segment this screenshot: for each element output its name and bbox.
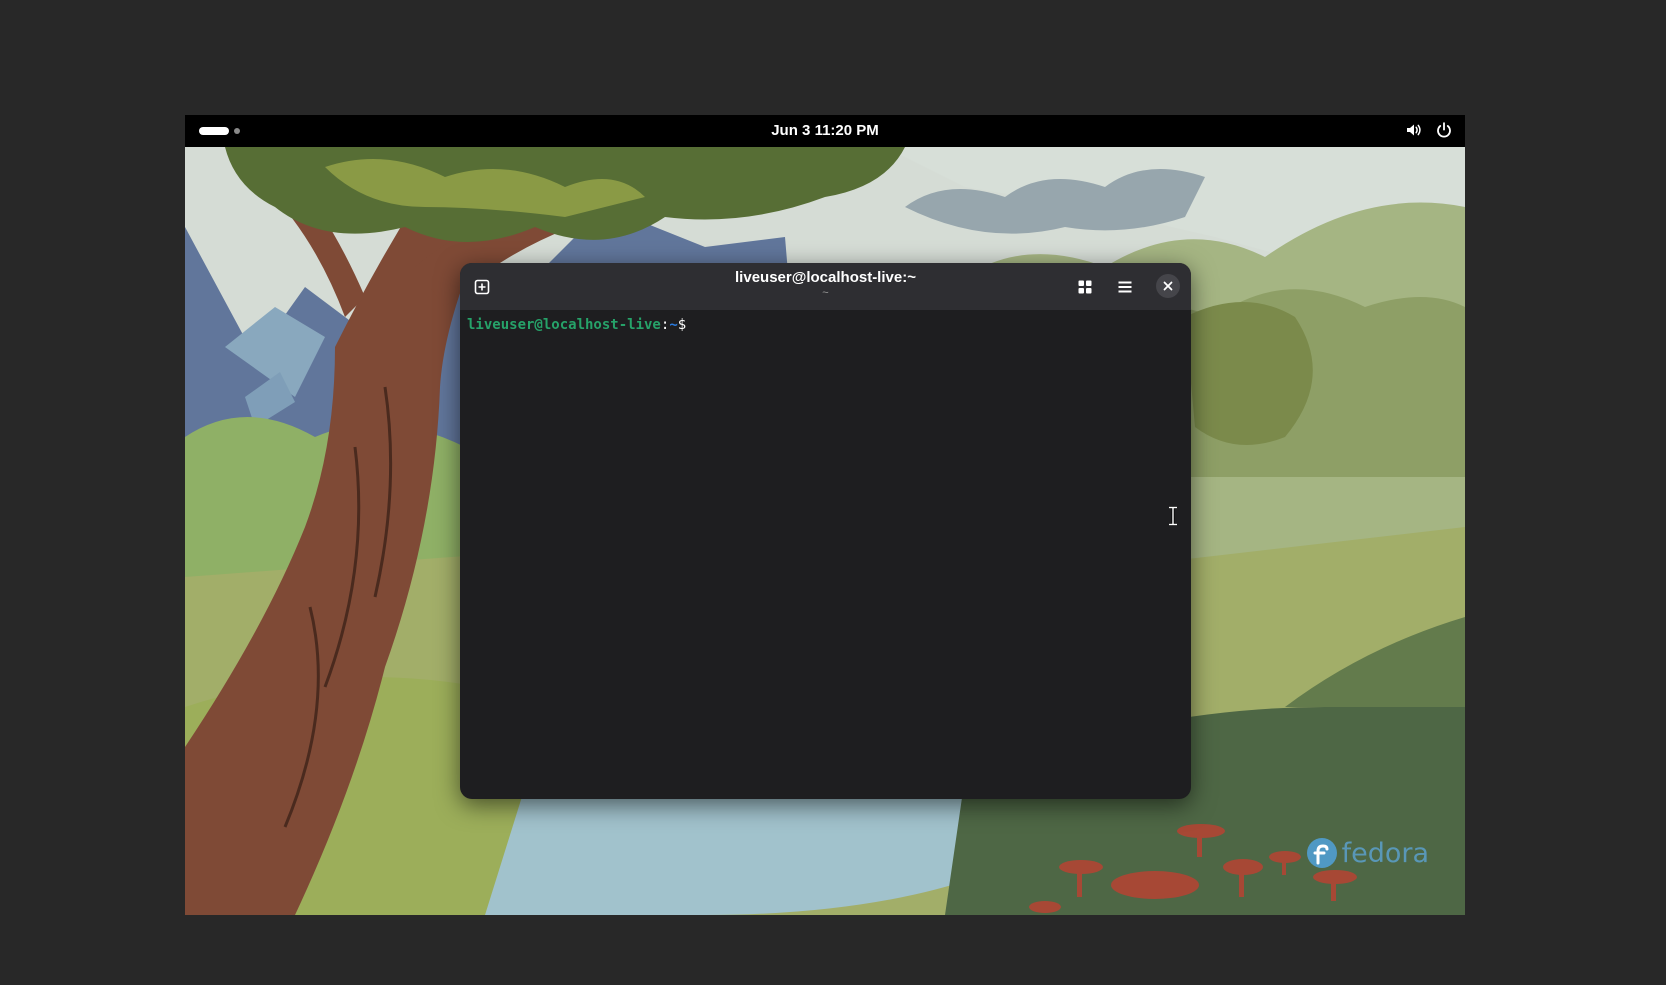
terminal-headerbar[interactable]: liveuser@localhost-live:~ ~ [460,263,1191,310]
text-cursor-icon [1169,506,1177,526]
clock-container: Jun 3 11:20 PM [185,115,1465,147]
terminal-window[interactable]: liveuser@localhost-live:~ ~ liveuser@loc… [460,263,1191,799]
desktop-screen: Jun 3 11:20 PM fedora liveuser@localhost… [185,115,1465,915]
prompt-path: ~ [669,317,678,333]
fedora-logo: fedora [1306,837,1429,869]
close-button[interactable] [1156,274,1180,298]
shell-prompt: liveuser@localhost-live:~$ [467,317,686,333]
tab-overview-button[interactable] [1070,272,1100,302]
close-icon [1163,281,1173,291]
volume-icon[interactable] [1405,121,1423,139]
main-menu-button[interactable] [1110,272,1140,302]
top-bar: Jun 3 11:20 PM [185,115,1465,147]
workspace-indicator[interactable] [199,124,240,138]
fedora-wordmark: fedora [1341,837,1429,869]
clock[interactable]: Jun 3 11:20 PM [771,122,879,139]
menu-icon [1118,281,1132,293]
terminal-content[interactable]: liveuser@localhost-live:~$ [460,310,1191,799]
workspace-dot[interactable] [234,128,240,134]
active-workspace-pill[interactable] [199,127,229,135]
fedora-logo-icon [1306,838,1337,868]
prompt-user-host: liveuser@localhost-live [467,317,661,333]
power-icon[interactable] [1435,121,1453,139]
tab-overview-icon [1078,280,1092,294]
prompt-symbol: $ [677,317,687,333]
system-tray[interactable] [1405,121,1453,139]
